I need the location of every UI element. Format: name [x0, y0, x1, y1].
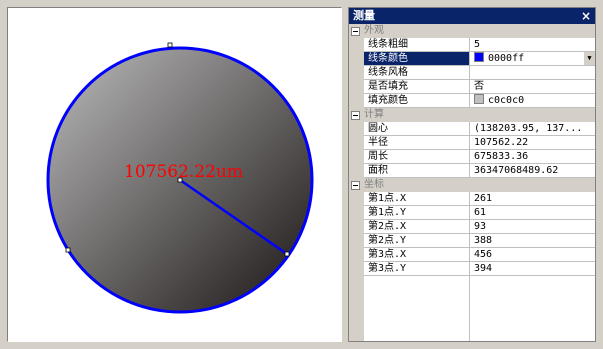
property-name: 第2点.Y	[364, 234, 470, 248]
property-name: 周长	[364, 150, 470, 164]
property-row[interactable]: 线条颜色 0000ff ▼	[349, 52, 595, 66]
property-value[interactable]: 61	[470, 206, 595, 220]
category-row[interactable]: 坐标	[349, 178, 595, 192]
handle-top[interactable]	[167, 42, 173, 48]
property-name: 第1点.X	[364, 192, 470, 206]
property-value-text: 93	[474, 221, 487, 232]
row-gutter	[349, 234, 364, 248]
property-value[interactable]: 5	[470, 38, 595, 52]
property-name: 圆心	[364, 122, 470, 136]
property-value-text: 0000ff	[488, 53, 525, 64]
row-gutter	[349, 150, 364, 164]
category-row[interactable]: 计算	[349, 108, 595, 122]
property-value-text: 61	[474, 207, 487, 218]
property-row[interactable]: 半径 107562.22	[349, 136, 595, 150]
row-gutter	[349, 52, 364, 66]
chevron-down-icon[interactable]: ▼	[583, 52, 595, 65]
property-value-text: c0c0c0	[488, 95, 525, 106]
property-value-text: 5	[474, 39, 481, 50]
collapse-icon[interactable]	[351, 110, 360, 120]
property-row[interactable]: 周长 675833.36	[349, 150, 595, 164]
handle-right[interactable]	[284, 251, 290, 257]
collapse-icon[interactable]	[351, 180, 360, 190]
property-value[interactable]: 261	[470, 192, 595, 206]
drawing-canvas[interactable]: 107562.22um	[7, 7, 342, 342]
property-name: 第3点.X	[364, 248, 470, 262]
property-value-text: 107562.22	[474, 137, 529, 148]
property-value-text: 388	[474, 235, 493, 246]
category-label: 坐标	[364, 179, 384, 190]
property-row[interactable]: 填充颜色 c0c0c0	[349, 94, 595, 108]
measurement-label: 107562.22um	[124, 162, 243, 182]
property-row[interactable]: 第2点.X 93	[349, 220, 595, 234]
property-name: 线条粗细	[364, 38, 470, 52]
property-name: 填充颜色	[364, 94, 470, 108]
color-swatch-icon	[474, 52, 484, 62]
property-name: 是否填充	[364, 80, 470, 94]
property-value[interactable]: 否	[470, 80, 595, 94]
property-name: 第2点.X	[364, 220, 470, 234]
property-panel: 测量 × 外观线条粗细 5 线条颜色 0000ff ▼ 线条风格 是否填充否填充颜色 c0c0…	[348, 7, 596, 342]
category-label: 计算	[364, 109, 384, 120]
row-gutter	[349, 248, 364, 262]
property-row[interactable]: 第3点.Y 394	[349, 262, 595, 276]
property-row[interactable]: 第3点.X 456	[349, 248, 595, 262]
property-value[interactable]: 456	[470, 248, 595, 262]
property-row[interactable]: 面积 36347068489.62	[349, 164, 595, 178]
collapse-icon[interactable]	[351, 26, 360, 36]
property-grid: 外观线条粗细 5 线条颜色 0000ff ▼ 线条风格 是否填充否填充颜色 c0c0c0 计算圆…	[349, 24, 595, 341]
row-gutter	[349, 192, 364, 206]
property-row[interactable]: 线条风格	[349, 66, 595, 80]
property-value-text: 456	[474, 249, 493, 260]
property-value[interactable]: 93	[470, 220, 595, 234]
property-value[interactable]: 107562.22	[470, 136, 595, 150]
property-value[interactable]: (138203.95, 137...	[470, 122, 595, 136]
row-gutter	[349, 94, 364, 108]
property-value-text: 675833.36	[474, 151, 529, 162]
row-gutter	[349, 220, 364, 234]
row-gutter	[349, 66, 364, 80]
row-gutter	[349, 80, 364, 94]
row-gutter	[349, 262, 364, 276]
property-value-text: 否	[474, 81, 484, 92]
row-gutter	[349, 122, 364, 136]
property-row[interactable]: 线条粗细 5	[349, 38, 595, 52]
row-gutter	[349, 136, 364, 150]
property-name: 线条风格	[364, 66, 470, 80]
color-swatch-icon	[474, 94, 484, 104]
row-gutter	[349, 38, 364, 52]
property-name: 线条颜色	[364, 52, 470, 66]
property-name: 第1点.Y	[364, 206, 470, 220]
property-value[interactable]: 0000ff ▼	[470, 52, 595, 66]
property-row[interactable]: 第2点.Y 388	[349, 234, 595, 248]
panel-title-bar: 测量 ×	[349, 8, 595, 24]
property-value[interactable]: 388	[470, 234, 595, 248]
property-value[interactable]	[470, 66, 595, 80]
property-row[interactable]: 第1点.X 261	[349, 192, 595, 206]
property-value[interactable]: 36347068489.62	[470, 164, 595, 178]
property-value-text: 261	[474, 193, 493, 204]
row-gutter	[349, 164, 364, 178]
measurement-drawing[interactable]: 107562.22um	[8, 8, 343, 343]
property-name: 第3点.Y	[364, 262, 470, 276]
property-value[interactable]: 394	[470, 262, 595, 276]
row-gutter	[349, 206, 364, 220]
category-row[interactable]: 外观	[349, 24, 595, 38]
property-value-text: (138203.95, 137...	[474, 123, 583, 134]
property-row[interactable]: 圆心 (138203.95, 137...	[349, 122, 595, 136]
panel-title: 测量	[353, 9, 375, 22]
property-row[interactable]: 第1点.Y 61	[349, 206, 595, 220]
property-value-text: 36347068489.62	[474, 165, 559, 176]
property-value[interactable]: 675833.36	[470, 150, 595, 164]
property-name: 面积	[364, 164, 470, 178]
property-name: 半径	[364, 136, 470, 150]
category-label: 外观	[364, 25, 384, 36]
property-value[interactable]: c0c0c0	[470, 94, 595, 108]
property-row[interactable]: 是否填充否	[349, 80, 595, 94]
handle-left[interactable]	[65, 247, 71, 253]
property-value-text: 394	[474, 263, 493, 274]
close-icon[interactable]: ×	[580, 8, 592, 24]
